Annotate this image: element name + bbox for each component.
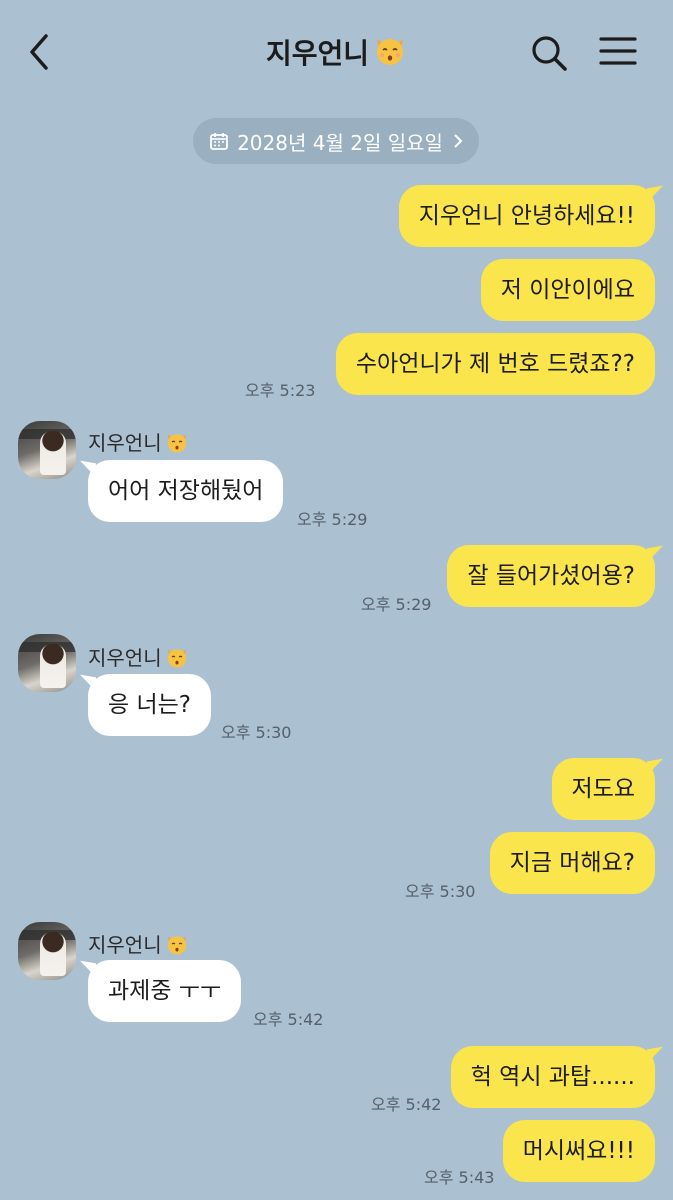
search-icon [532,36,567,71]
sender-avatar[interactable] [18,421,76,479]
their-message-bubble[interactable]: 어어 저장해뒀어 [88,460,284,522]
my-message-bubble[interactable]: 헉 역시 과탑...... [450,1046,655,1108]
message-time: 오후 5:42 [371,1095,442,1114]
sender-name: 지우언니 [88,642,189,674]
message-time: 오후 5:23 [245,381,316,400]
message-time: 오후 5:29 [297,510,368,529]
message-time: 오후 5:30 [221,723,292,742]
menu-icon [599,37,637,65]
my-message-bubble[interactable]: 수아언니가 제 번호 드렸죠?? [335,333,655,395]
my-message-bubble[interactable]: 지우언니 안녕하세요!! [398,185,655,247]
my-message-bubble[interactable]: 지금 머해요? [489,832,655,894]
my-message-bubble[interactable]: 머시써요!!! [502,1120,655,1182]
message-time: 오후 5:30 [405,882,476,901]
menu-button[interactable] [598,34,638,70]
message-time: 오후 5:29 [361,595,432,614]
sender-avatar[interactable] [18,922,76,980]
date-divider[interactable]: 2028년 4월 2일 일요일 [193,118,479,164]
kissing-cat-emoji-icon [165,430,189,459]
my-message-bubble[interactable]: 저도요 [551,758,655,820]
my-message-bubble[interactable]: 잘 들어가셨어용? [447,545,655,607]
message-time: 오후 5:42 [253,1010,324,1029]
their-message-bubble[interactable]: 응 너는? [88,674,211,736]
search-button[interactable] [528,32,570,74]
my-message-bubble[interactable]: 저 이안이에요 [480,259,655,321]
sender-name: 지우언니 [88,929,189,961]
their-message-bubble[interactable]: 과제중 ㅜㅜ [88,960,242,1022]
chat-title-wrap: 지우언니 [0,32,673,72]
chat-title: 지우언니 [265,37,370,70]
kissing-cat-emoji-icon [373,33,407,71]
chat-header: 지우언니 [0,0,673,105]
sender-avatar[interactable] [18,634,76,692]
date-label: 2028년 4월 2일 일요일 [237,130,443,155]
kissing-cat-emoji-icon [165,645,189,674]
calendar-icon [210,133,228,150]
chevron-right-icon [454,134,463,148]
kissing-cat-emoji-icon [165,932,189,961]
sender-name: 지우언니 [88,427,189,459]
message-time: 오후 5:43 [424,1168,495,1187]
